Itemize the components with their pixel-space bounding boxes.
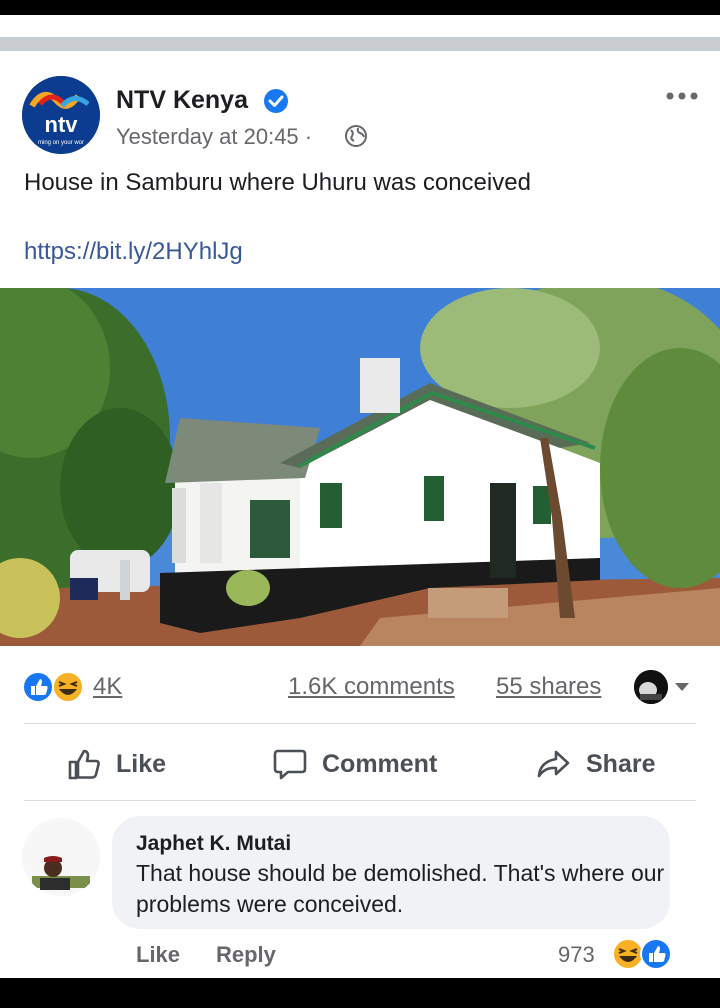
shares-count[interactable]: 55 shares: [496, 673, 601, 701]
reactions-count[interactable]: 4K: [93, 673, 122, 701]
svg-text:ntv: ntv: [45, 112, 79, 137]
viewer-avatar[interactable]: [634, 670, 668, 704]
comment-reaction-count[interactable]: 973: [558, 942, 595, 968]
comment-reactions[interactable]: [612, 938, 676, 970]
haha-reaction-icon: [52, 671, 84, 703]
comment-author[interactable]: Japhet K. Mutai: [136, 832, 291, 856]
comment-text: That house should be demolished. That's …: [136, 860, 665, 917]
post-text: House in Samburu where Uhuru was conceiv…: [24, 169, 531, 196]
thumbs-up-icon: [68, 749, 100, 780]
comment-bubble: Japhet K. Mutai That house should be dem…: [112, 816, 670, 929]
share-icon: [537, 750, 570, 778]
post-link[interactable]: https://bit.ly/2HYhlJg: [24, 238, 243, 266]
caret-down-icon[interactable]: [672, 680, 692, 694]
comments-count[interactable]: 1.6K comments: [288, 673, 455, 701]
navigation-bar: [0, 978, 720, 1008]
share-label: Share: [586, 749, 656, 778]
like-reaction-icon: [640, 938, 672, 970]
post-timestamp[interactable]: Yesterday at 20:45 ·: [116, 124, 312, 150]
like-label: Like: [116, 749, 167, 778]
haha-reaction-icon: [612, 938, 644, 970]
feed-separator: [0, 37, 720, 51]
comment-icon: [273, 749, 307, 780]
commenter-avatar-image: [22, 818, 100, 896]
reactions-summary[interactable]: [22, 671, 86, 703]
comment-button[interactable]: Comment: [272, 740, 437, 788]
page-avatar[interactable]: ntv ming on your wor: [22, 76, 100, 154]
divider: [24, 800, 696, 801]
globe-icon: [345, 125, 367, 147]
share-button[interactable]: Share: [536, 740, 655, 788]
commenter-avatar[interactable]: [22, 818, 100, 896]
svg-text:ming on your wor: ming on your wor: [38, 140, 84, 146]
comment-like-button[interactable]: Like: [136, 942, 180, 968]
ntv-logo: ntv ming on your wor: [22, 76, 100, 154]
divider: [24, 723, 696, 724]
viewer-avatar-image: [634, 670, 668, 704]
comment-reply-button[interactable]: Reply: [216, 942, 276, 968]
page-name[interactable]: NTV Kenya: [116, 86, 248, 115]
verified-icon: [264, 89, 288, 113]
status-bar: [0, 0, 720, 15]
comment-label: Comment: [322, 749, 438, 778]
more-icon[interactable]: [660, 82, 704, 110]
like-button[interactable]: Like: [66, 740, 166, 788]
like-reaction-icon: [22, 671, 54, 703]
post-photo[interactable]: [0, 288, 720, 646]
